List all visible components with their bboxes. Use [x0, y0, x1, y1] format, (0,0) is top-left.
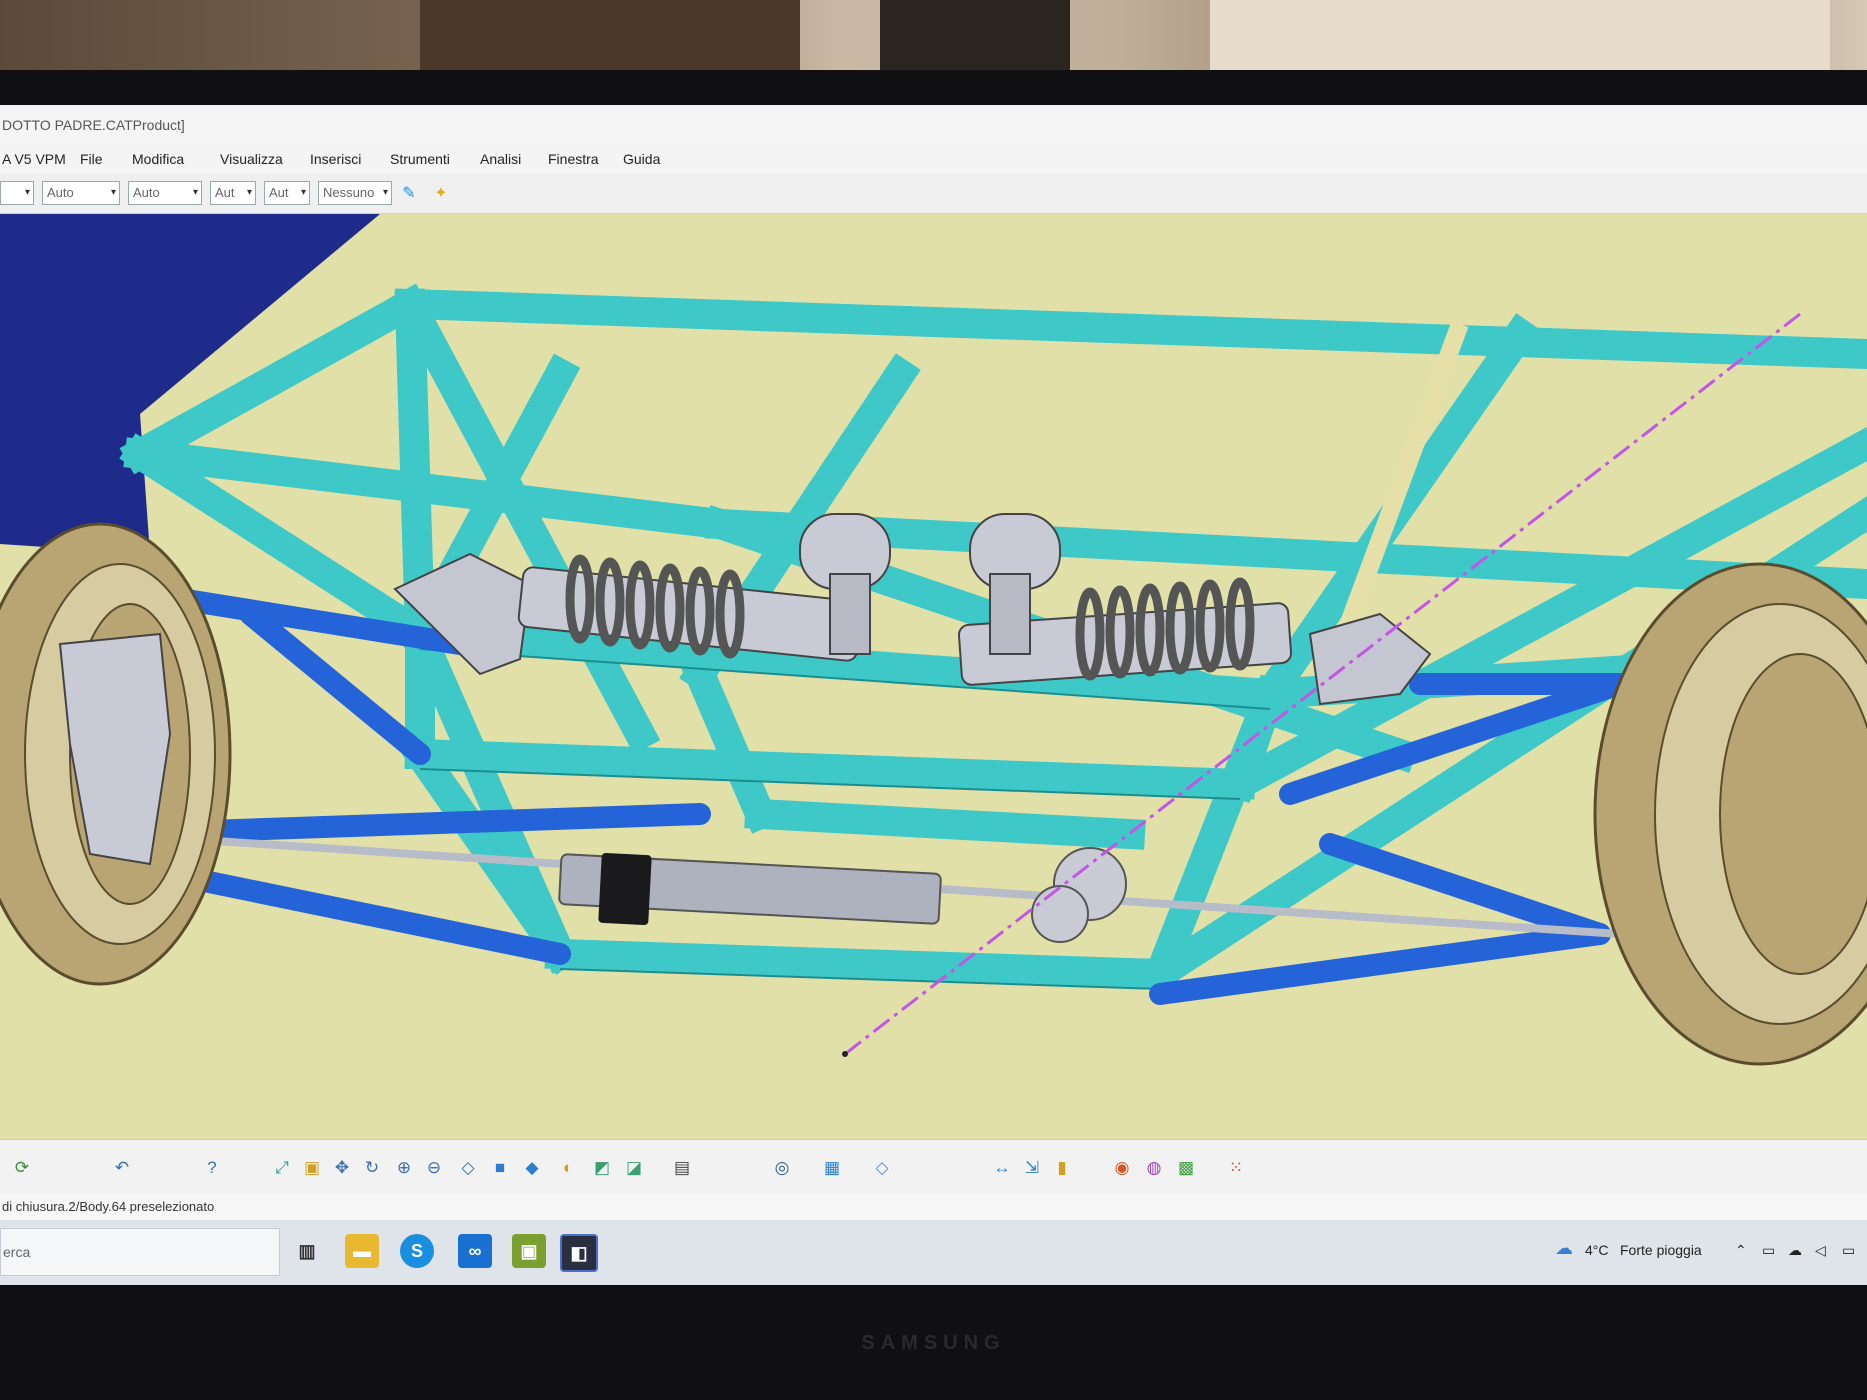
rotate-icon[interactable]: ↻ [360, 1156, 384, 1180]
select-box-icon[interactable]: ▣ [300, 1156, 324, 1180]
search-text: erca [3, 1244, 31, 1260]
select-thickness-value: Auto [133, 185, 160, 200]
window-title: DOTTO PADRE.CATProduct] [2, 117, 185, 133]
shading-icon[interactable]: ◆ [520, 1156, 544, 1180]
weather-temp: 4°C [1585, 1242, 1609, 1258]
paint-icon[interactable]: ✎ [398, 183, 420, 205]
catia-app-icon[interactable]: ◧ [560, 1234, 598, 1272]
pushrod [1321, 320, 1469, 678]
select-color[interactable]: Aut ▾ [210, 181, 256, 205]
menu-bar: A V5 VPM File Modifica Visualizza Inseri… [0, 143, 1867, 173]
app-icon[interactable]: ∞ [458, 1234, 492, 1268]
swap-space-icon[interactable]: ◩ [590, 1156, 614, 1180]
spiral-icon[interactable]: ◎ [770, 1156, 794, 1180]
zoom-out-icon[interactable]: ⊖ [422, 1156, 446, 1180]
search-box[interactable]: erca [0, 1228, 280, 1276]
weather-text: Forte pioggia [1620, 1242, 1702, 1258]
menu-guida[interactable]: Guida [623, 151, 660, 167]
task-view-icon[interactable]: ▥ [290, 1234, 324, 1268]
grid-icon[interactable]: ⁙ [1224, 1156, 1248, 1180]
chevron-down-icon: ▾ [110, 187, 116, 198]
menu-inserisci[interactable]: Inserisci [310, 151, 361, 167]
shelf [1210, 0, 1830, 70]
render-icon[interactable]: ◪ [622, 1156, 646, 1180]
chevron-down-icon: ▾ [246, 187, 252, 198]
measure-icon[interactable]: ↔ [990, 1156, 1014, 1180]
android-app-icon[interactable]: ▣ [512, 1234, 546, 1268]
skype-icon[interactable]: S [400, 1234, 434, 1268]
chevron-down-icon: ▾ [382, 187, 388, 198]
clash-icon[interactable]: ◍ [1142, 1156, 1166, 1180]
view-cube-icon[interactable]: ■ [488, 1156, 512, 1180]
measure-item-icon[interactable]: ⇲ [1020, 1156, 1044, 1180]
select-layer-value: Nessuno [323, 185, 375, 200]
display-icon[interactable]: ▭ [1842, 1242, 1855, 1259]
snapshot-icon[interactable]: ▦ [820, 1156, 844, 1180]
bottom-toolbar: ⟳ ↶ ? ⤢ ▣ ✥ ↻ ⊕ ⊖ ◇ ■ ◆ ◐ ◩ ◪ ▤ ◎ ▦ ◇ ↔ … [0, 1139, 1867, 1195]
steering-rack [109, 830, 1621, 943]
window-titlebar: DOTTO PADRE.CATProduct] [0, 105, 1867, 143]
chassis-model [0, 214, 1867, 1066]
chevron-down-icon: ▾ [192, 187, 198, 198]
menu-visualizza[interactable]: Visualizza [220, 151, 283, 167]
windows-taskbar: erca ▥ ▬ S ∞ ▣ ◧ ☁ 4°C Forte pioggia ⌃ ▭… [0, 1220, 1867, 1285]
menu-analisi[interactable]: Analisi [480, 151, 521, 167]
select-linetype[interactable]: Auto ▾ [42, 181, 120, 205]
app-label: A V5 VPM [2, 151, 66, 167]
weight-icon[interactable]: ▮ [1050, 1156, 1074, 1180]
camera-icon[interactable]: ▤ [670, 1156, 694, 1180]
update-icon[interactable]: ⟳ [10, 1156, 34, 1180]
monitor-screen: DOTTO PADRE.CATProduct] A V5 VPM File Mo… [0, 105, 1867, 1285]
eraser-icon[interactable]: ◇ [870, 1156, 894, 1180]
file-explorer-icon[interactable]: ▬ [345, 1234, 379, 1268]
network-icon[interactable]: ▭ [1762, 1242, 1775, 1259]
monitor-brand: SAMSUNG [861, 1332, 1006, 1354]
chevron-down-icon: ▾ [24, 187, 30, 198]
select-transparency[interactable]: Aut ▾ [264, 181, 310, 205]
menu-file[interactable]: File [80, 151, 103, 167]
chevron-down-icon: ▾ [300, 187, 306, 198]
cad-viewport[interactable] [0, 214, 1867, 1139]
menu-modifica[interactable]: Modifica [132, 151, 184, 167]
weather-icon[interactable]: ☁ [1555, 1238, 1573, 1259]
status-bar: di chiusura.2/Body.64 preselezionato [0, 1194, 1867, 1220]
section-icon[interactable]: ▩ [1174, 1156, 1198, 1180]
menu-strumenti[interactable]: Strumenti [390, 151, 450, 167]
select-color-value: Aut [215, 185, 235, 200]
select-transparency-value: Aut [269, 185, 289, 200]
select-thickness[interactable]: Auto ▾ [128, 181, 202, 205]
hide-show-icon[interactable]: ◐ [556, 1156, 580, 1180]
fit-all-icon[interactable]: ⤢ [270, 1156, 294, 1180]
select-0[interactable]: ▾ [0, 181, 34, 205]
zoom-in-icon[interactable]: ⊕ [392, 1156, 416, 1180]
pan-icon[interactable]: ✥ [330, 1156, 354, 1180]
select-layer[interactable]: Nessuno ▾ [318, 181, 392, 205]
select-linetype-value: Auto [47, 185, 74, 200]
help-icon[interactable]: ? [200, 1156, 224, 1180]
menu-finestra[interactable]: Finestra [548, 151, 599, 167]
cloud-icon[interactable]: ☁ [1788, 1242, 1802, 1259]
axis-endpoint [842, 1051, 848, 1057]
lamp-icon[interactable]: ✦ [430, 183, 452, 205]
analysis-icon[interactable]: ◉ [1110, 1156, 1134, 1180]
tray-chevron-icon[interactable]: ⌃ [1735, 1242, 1747, 1259]
toolbar: ▾ Auto ▾ Auto ▾ Aut ▾ Aut ▾ Nessuno ▾ ✎ ✦ [0, 173, 1867, 214]
undo-icon[interactable]: ↶ [110, 1156, 134, 1180]
normal-view-icon[interactable]: ◇ [456, 1156, 480, 1180]
volume-icon[interactable]: ◁ [1815, 1242, 1826, 1259]
status-text: di chiusura.2/Body.64 preselezionato [2, 1199, 215, 1214]
right-wheel [1593, 562, 1867, 1066]
